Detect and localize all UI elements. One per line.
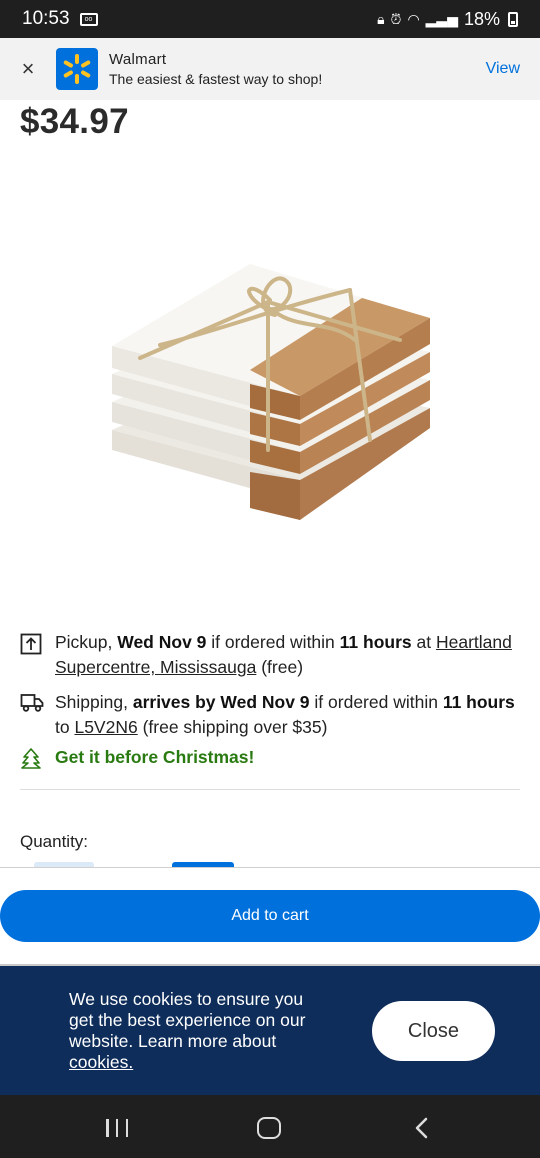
- pickup-icon: [20, 630, 55, 680]
- section-divider: [20, 789, 520, 790]
- christmas-label: Get it before Christmas!: [55, 747, 255, 767]
- pickup-at: at: [411, 632, 436, 652]
- lock-icon: 🔒︎: [377, 10, 385, 27]
- shipping-to: to: [55, 717, 75, 737]
- home-icon[interactable]: [257, 1117, 281, 1139]
- pickup-info: Pickup, Wed Nov 9 if ordered within 11 h…: [20, 630, 520, 680]
- signal-icon: ▂▃▅: [425, 10, 458, 27]
- christmas-tree-icon: [20, 745, 55, 777]
- banner-title: Walmart: [109, 51, 167, 68]
- sticky-footer-divider: [0, 867, 540, 868]
- walmart-spark-logo: [56, 48, 98, 90]
- truck-icon: [20, 690, 55, 740]
- recent-apps-icon[interactable]: [106, 1119, 128, 1137]
- pickup-hours: 11 hours: [339, 632, 412, 652]
- shipping-prefix: Shipping,: [55, 692, 133, 712]
- quantity-label: Quantity:: [20, 832, 89, 851]
- add-to-cart-button[interactable]: Add to cart: [0, 890, 540, 942]
- cookie-message: We use cookies to ensure you get the bes…: [69, 989, 314, 1073]
- view-app-link[interactable]: View: [486, 60, 520, 78]
- product-price: $34.97: [20, 102, 129, 141]
- system-nav-bar: [0, 1095, 540, 1158]
- product-image[interactable]: [100, 250, 440, 540]
- pickup-prefix: Pickup,: [55, 632, 118, 652]
- cookie-text: We use cookies to ensure you get the bes…: [69, 989, 306, 1051]
- shipping-hours: 11 hours: [442, 692, 515, 712]
- shipping-arrives: arrives by Wed Nov 9: [132, 692, 310, 712]
- alarm-icon: ⏰︎: [390, 10, 402, 27]
- pickup-date: Wed Nov 9: [117, 632, 207, 652]
- banner-close-icon[interactable]: ×: [0, 56, 56, 82]
- pickup-mid: if ordered within: [206, 632, 340, 652]
- banner-subtitle: The easiest & fastest way to shop!: [109, 71, 323, 87]
- pickup-suffix: (free): [256, 657, 304, 677]
- shipping-info: Shipping, arrives by Wed Nov 9 if ordere…: [20, 690, 520, 740]
- back-icon[interactable]: [414, 1117, 428, 1139]
- cookie-close-button[interactable]: Close: [372, 1001, 495, 1061]
- status-bar: 10:53 oo 🔒︎ ⏰︎ ◠ ▂▃▅ 18%: [0, 0, 540, 38]
- banner-text: Walmart The easiest & fastest way to sho…: [109, 51, 322, 87]
- shipping-mid: if ordered within: [309, 692, 443, 712]
- app-install-banner: × Walmart The easiest & fastest way to s…: [0, 38, 540, 100]
- battery-icon: [508, 11, 518, 27]
- postal-code-link[interactable]: L5V2N6: [74, 717, 137, 737]
- cookies-link[interactable]: cookies.: [69, 1052, 133, 1072]
- message-notification-icon: oo: [79, 12, 98, 26]
- coaster-stack: [112, 264, 430, 520]
- wifi-icon: ◠: [407, 10, 420, 27]
- christmas-promo: Get it before Christmas!: [20, 745, 520, 777]
- status-time: 10:53: [22, 8, 70, 29]
- cookie-banner: We use cookies to ensure you get the bes…: [0, 964, 540, 1095]
- battery-percent: 18%: [463, 8, 500, 29]
- status-icons: 🔒︎ ⏰︎ ◠ ▂▃▅ 18%: [377, 9, 518, 30]
- shipping-suffix: (free shipping over $35): [137, 717, 328, 737]
